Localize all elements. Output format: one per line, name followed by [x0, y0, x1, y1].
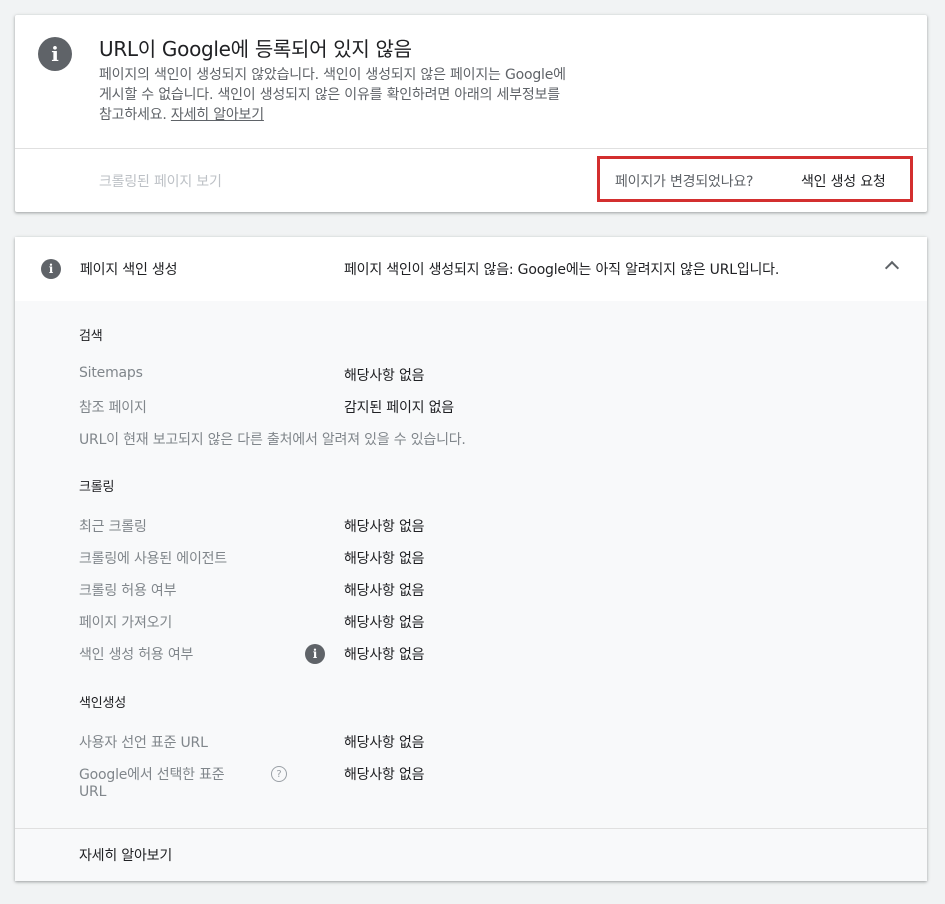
crawled-as-value: 해당사항 없음: [344, 551, 425, 567]
page-indexing-header[interactable]: i 페이지 색인 생성 페이지 색인이 생성되지 않음: Google에는 아직…: [15, 237, 927, 301]
page-indexing-card: i 페이지 색인 생성 페이지 색인이 생성되지 않음: Google에는 아직…: [15, 237, 927, 881]
learn-more-link[interactable]: 자세히 알아보기: [171, 107, 264, 123]
last-crawl-value: 해당사항 없음: [344, 519, 425, 535]
google-canonical-value: 해당사항 없음: [344, 767, 425, 783]
referring-page-label: 참조 페이지: [79, 400, 147, 416]
page-fetch-label: 페이지 가져오기: [79, 615, 173, 631]
google-canonical-label-line-1: Google에서 선택한 표준: [79, 767, 225, 783]
page-indexing-label: 페이지 색인 생성: [80, 262, 178, 278]
crawled-as-label: 크롤링에 사용된 에이전트: [79, 551, 227, 567]
info-icon: i: [38, 37, 72, 71]
user-canonical-label: 사용자 선언 표준 URL: [79, 735, 208, 751]
info-icon: i: [41, 259, 61, 279]
status-description: 페이지의 색인이 생성되지 않았습니다. 색인이 생성되지 않은 페이지는 Go…: [99, 65, 679, 125]
section-title-discovery: 검색: [79, 329, 103, 344]
help-icon[interactable]: ?: [271, 766, 287, 782]
status-desc-line-2: 게시할 수 없습니다. 색인이 생성되지 않은 이유를 확인하려면 아래의 세부…: [99, 87, 560, 103]
indexing-allowed-value: 해당사항 없음: [344, 647, 425, 663]
discovery-note: URL이 현재 보고되지 않은 다른 출처에서 알려져 있을 수 있습니다.: [79, 432, 466, 448]
footer-learn-more-link[interactable]: 자세히 알아보기: [79, 845, 172, 865]
status-title: URL이 Google에 등록되어 있지 않음: [99, 37, 412, 61]
url-status-card: i URL이 Google에 등록되어 있지 않음 페이지의 색인이 생성되지 …: [15, 15, 927, 212]
sitemaps-value: 해당사항 없음: [344, 368, 425, 384]
crawl-allowed-label: 크롤링 허용 여부: [79, 583, 177, 599]
indexing-allowed-label: 색인 생성 허용 여부: [79, 647, 194, 663]
view-crawled-page-button[interactable]: 크롤링된 페이지 보기: [99, 171, 222, 191]
detail-footer: 자세히 알아보기: [15, 829, 927, 881]
user-canonical-value: 해당사항 없음: [344, 735, 425, 751]
chevron-up-icon[interactable]: [884, 260, 900, 276]
status-desc-line-1: 페이지의 색인이 생성되지 않았습니다. 색인이 생성되지 않은 페이지는 Go…: [99, 67, 566, 83]
divider: [15, 148, 927, 149]
section-title-crawl: 크롤링: [79, 480, 115, 495]
section-title-indexing: 색인생성: [79, 696, 127, 711]
request-indexing-button[interactable]: 색인 생성 요청: [801, 171, 886, 191]
sitemaps-label: Sitemaps: [79, 365, 143, 381]
page-indexing-details: 검색 Sitemaps 해당사항 없음 참조 페이지 감지된 페이지 없음 UR…: [15, 301, 927, 828]
google-canonical-label-line-2: URL: [79, 784, 107, 800]
last-crawl-label: 최근 크롤링: [79, 519, 147, 535]
page-changed-question: 페이지가 변경되었나요?: [615, 174, 754, 190]
status-desc-line-3: 참고하세요.: [99, 107, 171, 123]
referring-page-value: 감지된 페이지 없음: [344, 400, 454, 416]
info-icon[interactable]: i: [305, 644, 325, 664]
crawl-allowed-value: 해당사항 없음: [344, 583, 425, 599]
page-indexing-status: 페이지 색인이 생성되지 않음: Google에는 아직 알려지지 않은 URL…: [344, 262, 780, 278]
page-fetch-value: 해당사항 없음: [344, 615, 425, 631]
